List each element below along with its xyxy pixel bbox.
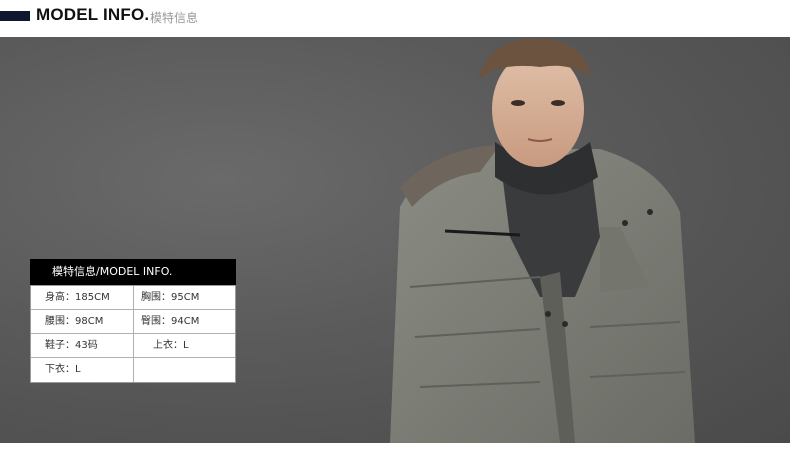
section-title: MODEL INFO. xyxy=(36,5,150,24)
chest-cell: 胸围：95CM xyxy=(141,292,200,303)
bottom-size-cell: 下衣：L xyxy=(45,364,81,375)
waist-cell: 腰围：98CM xyxy=(45,316,104,327)
column-divider xyxy=(133,286,134,382)
model-info-heading: 模特信息/MODEL INFO. xyxy=(30,259,236,285)
top-size-cell: 上衣：L xyxy=(153,340,189,351)
section-header: MODEL INFO. 模特信息 xyxy=(0,0,790,36)
section-subtitle: 模特信息 xyxy=(150,11,199,25)
header-accent-bar xyxy=(0,11,30,21)
model-info-table: 身高：185CM 胸围：95CM 腰围：98CM 臀围：94CM 鞋子：43码 … xyxy=(30,285,236,383)
hip-cell: 臀围：94CM xyxy=(141,316,200,327)
height-cell: 身高：185CM xyxy=(45,292,110,303)
shoe-cell: 鞋子：43码 xyxy=(45,340,98,351)
